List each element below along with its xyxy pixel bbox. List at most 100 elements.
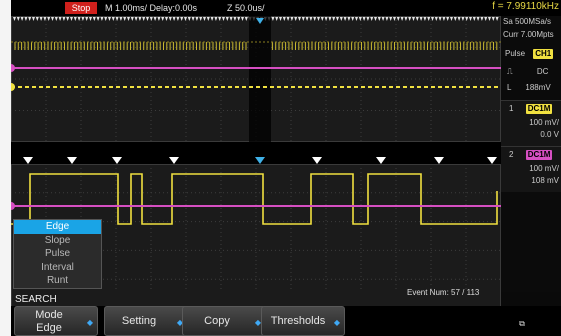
ch1-level-marker <box>11 83 15 91</box>
ruler-tick <box>32 17 35 21</box>
ruler-tick <box>389 17 393 21</box>
timebase-readout[interactable]: M 1.00ms/ Delay:0.00s <box>105 2 197 14</box>
ruler-tick <box>385 17 389 21</box>
ruler-tick <box>138 17 142 21</box>
ch2-level-marker <box>11 64 15 72</box>
ruler-tick <box>58 17 62 21</box>
ruler-tick <box>282 17 286 21</box>
ruler-tick <box>472 17 476 21</box>
ruler-tick <box>366 17 370 21</box>
trigger-info[interactable]: Pulse CH1 <box>505 49 561 59</box>
zoom-window-marker <box>249 16 271 142</box>
ch1-coupling-badge: DC1M <box>525 104 553 114</box>
ruler-tick <box>142 17 146 21</box>
trigger-level-row: L 188mV <box>507 83 561 93</box>
ruler-tick <box>35 17 39 21</box>
ch1-offset: 0.0 V <box>540 130 559 139</box>
menu-item-edge[interactable]: Edge <box>14 220 101 234</box>
ruler-tick <box>168 17 172 21</box>
ruler-tick <box>165 17 168 21</box>
menu-item-pulse[interactable]: Pulse <box>14 247 101 261</box>
mode-label: Mode <box>35 309 63 321</box>
thresholds-softkey[interactable]: Thresholds ◆ <box>261 306 345 336</box>
ruler-tick <box>184 17 187 21</box>
ruler-tick <box>400 17 404 21</box>
ruler-tick <box>404 17 408 21</box>
ruler-tick <box>100 17 104 21</box>
side-info-panel: Sa 500MSa/s Curr 7.00Mpts Pulse CH1 ⎍ DC… <box>501 16 561 292</box>
ruler-tick <box>412 17 415 21</box>
event-marker <box>255 157 265 164</box>
ruler-tick <box>305 17 309 21</box>
run-stop-badge[interactable]: Stop <box>65 2 97 14</box>
ruler-tick <box>92 17 96 21</box>
ruler-tick <box>370 17 374 21</box>
pulse-shape-icon: ⎍ <box>507 67 513 76</box>
ruler-tick <box>332 17 336 21</box>
ruler-tick <box>149 17 153 21</box>
ruler-tick <box>157 17 161 21</box>
menu-item-interval[interactable]: Interval <box>14 261 101 275</box>
ruler-tick <box>347 17 351 21</box>
ch2-offset: 108 mV <box>531 176 559 185</box>
ruler-tick <box>203 17 206 21</box>
trigger-coupling: DC <box>536 67 549 76</box>
ruler-tick <box>423 17 427 21</box>
ruler-tick <box>237 17 241 21</box>
mode-value: Edge <box>36 322 62 334</box>
copy-softkey[interactable]: Copy ◆ <box>182 306 266 336</box>
search-event-markers <box>23 157 497 164</box>
ruler-tick <box>39 17 43 21</box>
menu-item-runt[interactable]: Runt <box>14 274 101 288</box>
ruler-tick <box>450 17 453 21</box>
trigger-type: Pulse <box>505 49 526 58</box>
menu-item-slope[interactable]: Slope <box>14 234 101 248</box>
ruler-tick <box>317 17 320 21</box>
status-bar: Stop M 1.00ms/ Delay:0.00s Z 50.0us/ f =… <box>11 0 561 16</box>
ruler-tick <box>127 17 130 21</box>
ruler-tick <box>339 17 343 21</box>
ruler-tick <box>438 17 442 21</box>
ruler-tick <box>191 17 195 21</box>
ruler-tick <box>51 17 54 21</box>
search-mode-menu[interactable]: Edge Slope Pulse Interval Runt <box>13 219 102 289</box>
ruler-tick <box>233 17 237 21</box>
event-marker <box>169 157 179 164</box>
ch2-zoom-level-marker <box>11 202 15 210</box>
ruler-tick <box>123 17 127 21</box>
ch2-info-box[interactable]: 2 DC1M 100 mV/ 108 mV <box>501 146 561 192</box>
event-marker <box>312 157 322 164</box>
ruler-tick <box>66 17 70 21</box>
ruler-tick <box>446 17 450 21</box>
ruler-tick <box>222 17 225 21</box>
event-marker <box>112 157 122 164</box>
ruler-tick <box>180 17 184 21</box>
ruler-tick <box>229 17 233 21</box>
ruler-tick <box>491 17 495 21</box>
ruler-tick <box>313 17 317 21</box>
ruler-tick <box>241 17 244 21</box>
ruler-tick <box>351 17 355 21</box>
ruler-tick <box>324 17 328 21</box>
ruler-tick <box>244 17 248 21</box>
ruler-tick <box>461 17 465 21</box>
memory-depth: Curr 7.00Mpts <box>503 30 554 39</box>
ruler-tick <box>225 17 229 21</box>
ruler-tick <box>469 17 472 21</box>
copy-label: Copy <box>204 315 230 327</box>
ruler-tick <box>301 17 305 21</box>
ruler-tick <box>73 17 77 21</box>
ch1-info-box[interactable]: 1 DC1M 100 mV/ 0.0 V <box>501 100 561 146</box>
ch2-coupling-badge: DC1M <box>525 150 553 160</box>
setting-softkey[interactable]: Setting ◆ <box>104 306 188 336</box>
frequency-counter: f = 7.99110kHz <box>492 1 559 12</box>
ruler-tick <box>195 17 199 21</box>
trigger-level: 188mV <box>525 83 551 92</box>
ruler-tick <box>77 17 81 21</box>
sample-rate: Sa 500MSa/s <box>503 17 552 26</box>
trigger-coupling-row: ⎍ DC <box>507 67 561 77</box>
mode-softkey[interactable]: Mode Edge ◆ <box>14 306 98 336</box>
ruler-tick <box>377 17 381 21</box>
network-icon[interactable]: ⧉ <box>513 319 531 333</box>
softkey-bar: Mode Edge ◆ Setting ◆ Copy ◆ Thresholds … <box>11 306 561 336</box>
